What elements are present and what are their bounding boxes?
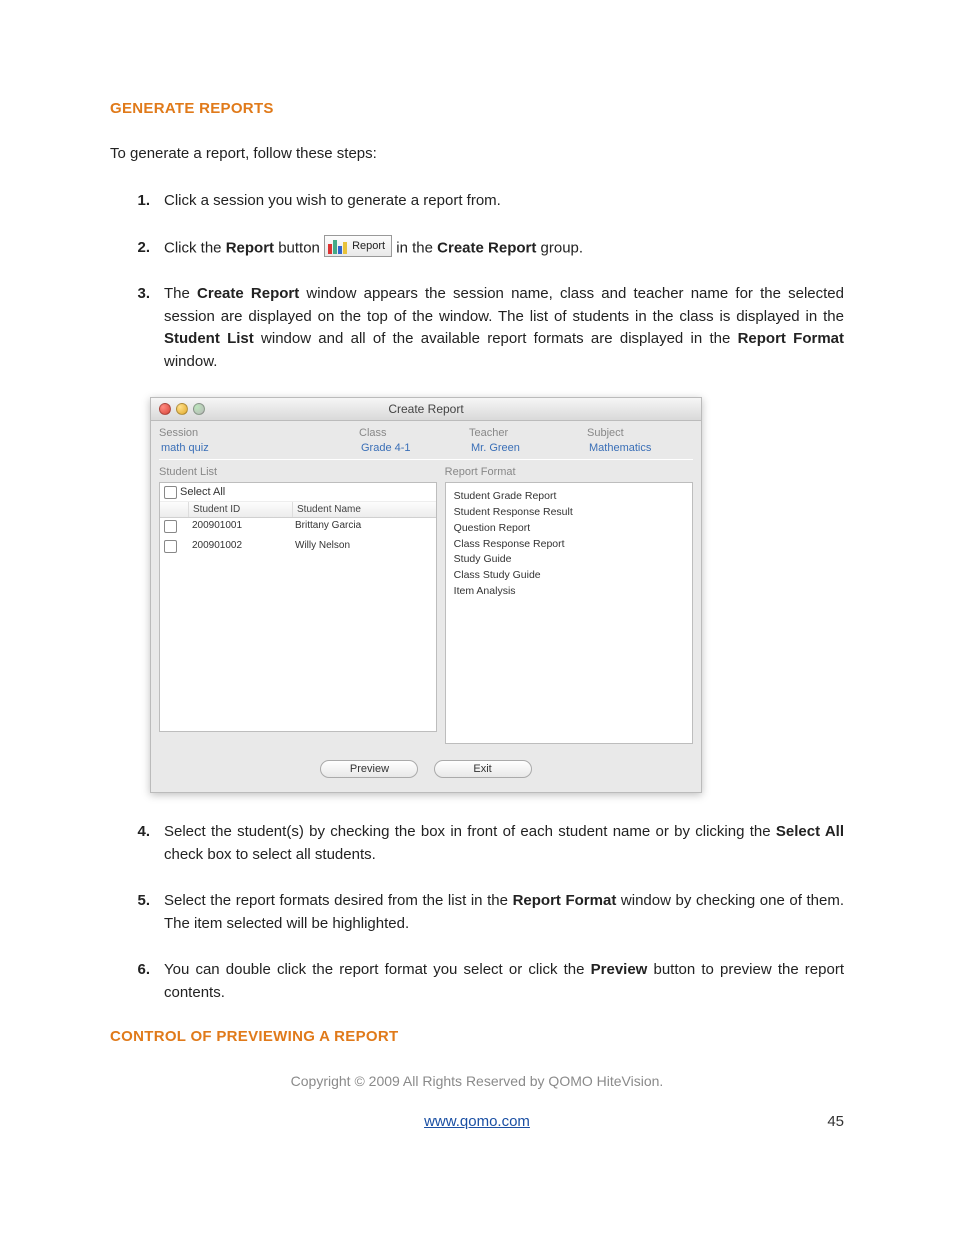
- create-report-window: Create Report Session math quiz Class Gr…: [150, 397, 702, 793]
- exit-button[interactable]: Exit: [434, 760, 532, 778]
- text: window and all of the available report f…: [254, 330, 738, 347]
- text: button: [274, 239, 324, 256]
- select-all-checkbox[interactable]: [164, 486, 177, 499]
- student-id-cell: 200901002: [188, 538, 291, 558]
- step-number: 5.: [110, 890, 164, 935]
- report-button-label: Report: [352, 240, 385, 252]
- bold-student-list: Student List: [164, 330, 254, 347]
- subject-value: Mathematics: [587, 441, 693, 455]
- step-5-text: Select the report formats desired from t…: [164, 890, 844, 935]
- select-all-row[interactable]: Select All: [160, 483, 436, 502]
- student-name-cell: Brittany Garcia: [291, 518, 436, 538]
- text: Select the report formats desired from t…: [164, 892, 513, 909]
- session-info-row: Session math quiz Class Grade 4-1 Teache…: [151, 421, 701, 457]
- copyright-text: Copyright © 2009 All Rights Reserved by …: [110, 1073, 844, 1089]
- intro-text: To generate a report, follow these steps…: [110, 145, 844, 162]
- report-button-image: Report: [324, 235, 392, 258]
- student-table-header: Student ID Student Name: [160, 502, 436, 518]
- session-value: math quiz: [159, 441, 359, 455]
- text: window.: [164, 353, 217, 370]
- step-6-text: You can double click the report format y…: [164, 959, 844, 1004]
- step-1-text: Click a session you wish to generate a r…: [164, 190, 844, 213]
- footer-link[interactable]: www.qomo.com: [424, 1113, 530, 1130]
- report-format-list[interactable]: Student Grade Report Student Response Re…: [445, 482, 693, 744]
- bold-create-report: Create Report: [437, 239, 536, 256]
- teacher-label: Teacher: [469, 427, 587, 439]
- bold-select-all: Select All: [776, 823, 844, 840]
- step-number: 2.: [110, 237, 164, 260]
- table-row[interactable]: 200901002 Willy Nelson: [160, 538, 436, 558]
- step-number: 6.: [110, 959, 164, 1004]
- student-name-header: Student Name: [292, 502, 436, 517]
- text: You can double click the report format y…: [164, 961, 591, 978]
- page-number: 45: [827, 1113, 844, 1130]
- bold-preview: Preview: [591, 961, 648, 978]
- step-3-text: The Create Report window appears the ses…: [164, 283, 844, 373]
- session-label: Session: [159, 427, 359, 439]
- dialog-buttons: Preview Exit: [151, 752, 701, 792]
- bold-report: Report: [226, 239, 274, 256]
- student-list-label: Student List: [159, 466, 437, 478]
- list-item[interactable]: Study Guide: [454, 552, 684, 568]
- student-checkbox[interactable]: [164, 540, 177, 553]
- list-item[interactable]: Class Study Guide: [454, 568, 684, 584]
- bold-create-report: Create Report: [197, 285, 299, 302]
- list-item[interactable]: Item Analysis: [454, 584, 684, 600]
- text: Select the student(s) by checking the bo…: [164, 823, 776, 840]
- heading-control-preview: CONTROL OF PREVIEWING A REPORT: [110, 1028, 844, 1045]
- student-list-box[interactable]: Select All Student ID Student Name 20090…: [159, 482, 437, 732]
- window-title: Create Report: [151, 402, 701, 416]
- heading-generate-reports: GENERATE REPORTS: [110, 100, 844, 117]
- text: in the: [396, 239, 437, 256]
- step-number: 1.: [110, 190, 164, 213]
- subject-label: Subject: [587, 427, 693, 439]
- preview-button[interactable]: Preview: [320, 760, 418, 778]
- window-titlebar: Create Report: [151, 398, 701, 421]
- teacher-value: Mr. Green: [469, 441, 587, 455]
- text: The: [164, 285, 197, 302]
- list-item[interactable]: Student Grade Report: [454, 489, 684, 505]
- student-checkbox[interactable]: [164, 520, 177, 533]
- list-item[interactable]: Student Response Result: [454, 505, 684, 521]
- student-name-cell: Willy Nelson: [291, 538, 436, 558]
- bar-chart-icon: [328, 238, 348, 255]
- list-item[interactable]: Question Report: [454, 521, 684, 537]
- class-label: Class: [359, 427, 469, 439]
- report-format-label: Report Format: [445, 466, 693, 478]
- text: Click the: [164, 239, 226, 256]
- step-number: 4.: [110, 821, 164, 866]
- text: group.: [536, 239, 583, 256]
- select-all-label: Select All: [180, 486, 225, 498]
- step-number: 3.: [110, 283, 164, 373]
- bold-report-format: Report Format: [513, 892, 617, 909]
- table-row[interactable]: 200901001 Brittany Garcia: [160, 518, 436, 538]
- step-2-text: Click the Report button Report in the Cr…: [164, 237, 844, 260]
- page: GENERATE REPORTS To generate a report, f…: [0, 0, 954, 1235]
- student-id-cell: 200901001: [188, 518, 291, 538]
- student-id-header: Student ID: [188, 502, 292, 517]
- bold-report-format: Report Format: [738, 330, 844, 347]
- text: check box to select all students.: [164, 846, 376, 863]
- step-4-text: Select the student(s) by checking the bo…: [164, 821, 844, 866]
- class-value: Grade 4-1: [359, 441, 469, 455]
- list-item[interactable]: Class Response Report: [454, 537, 684, 553]
